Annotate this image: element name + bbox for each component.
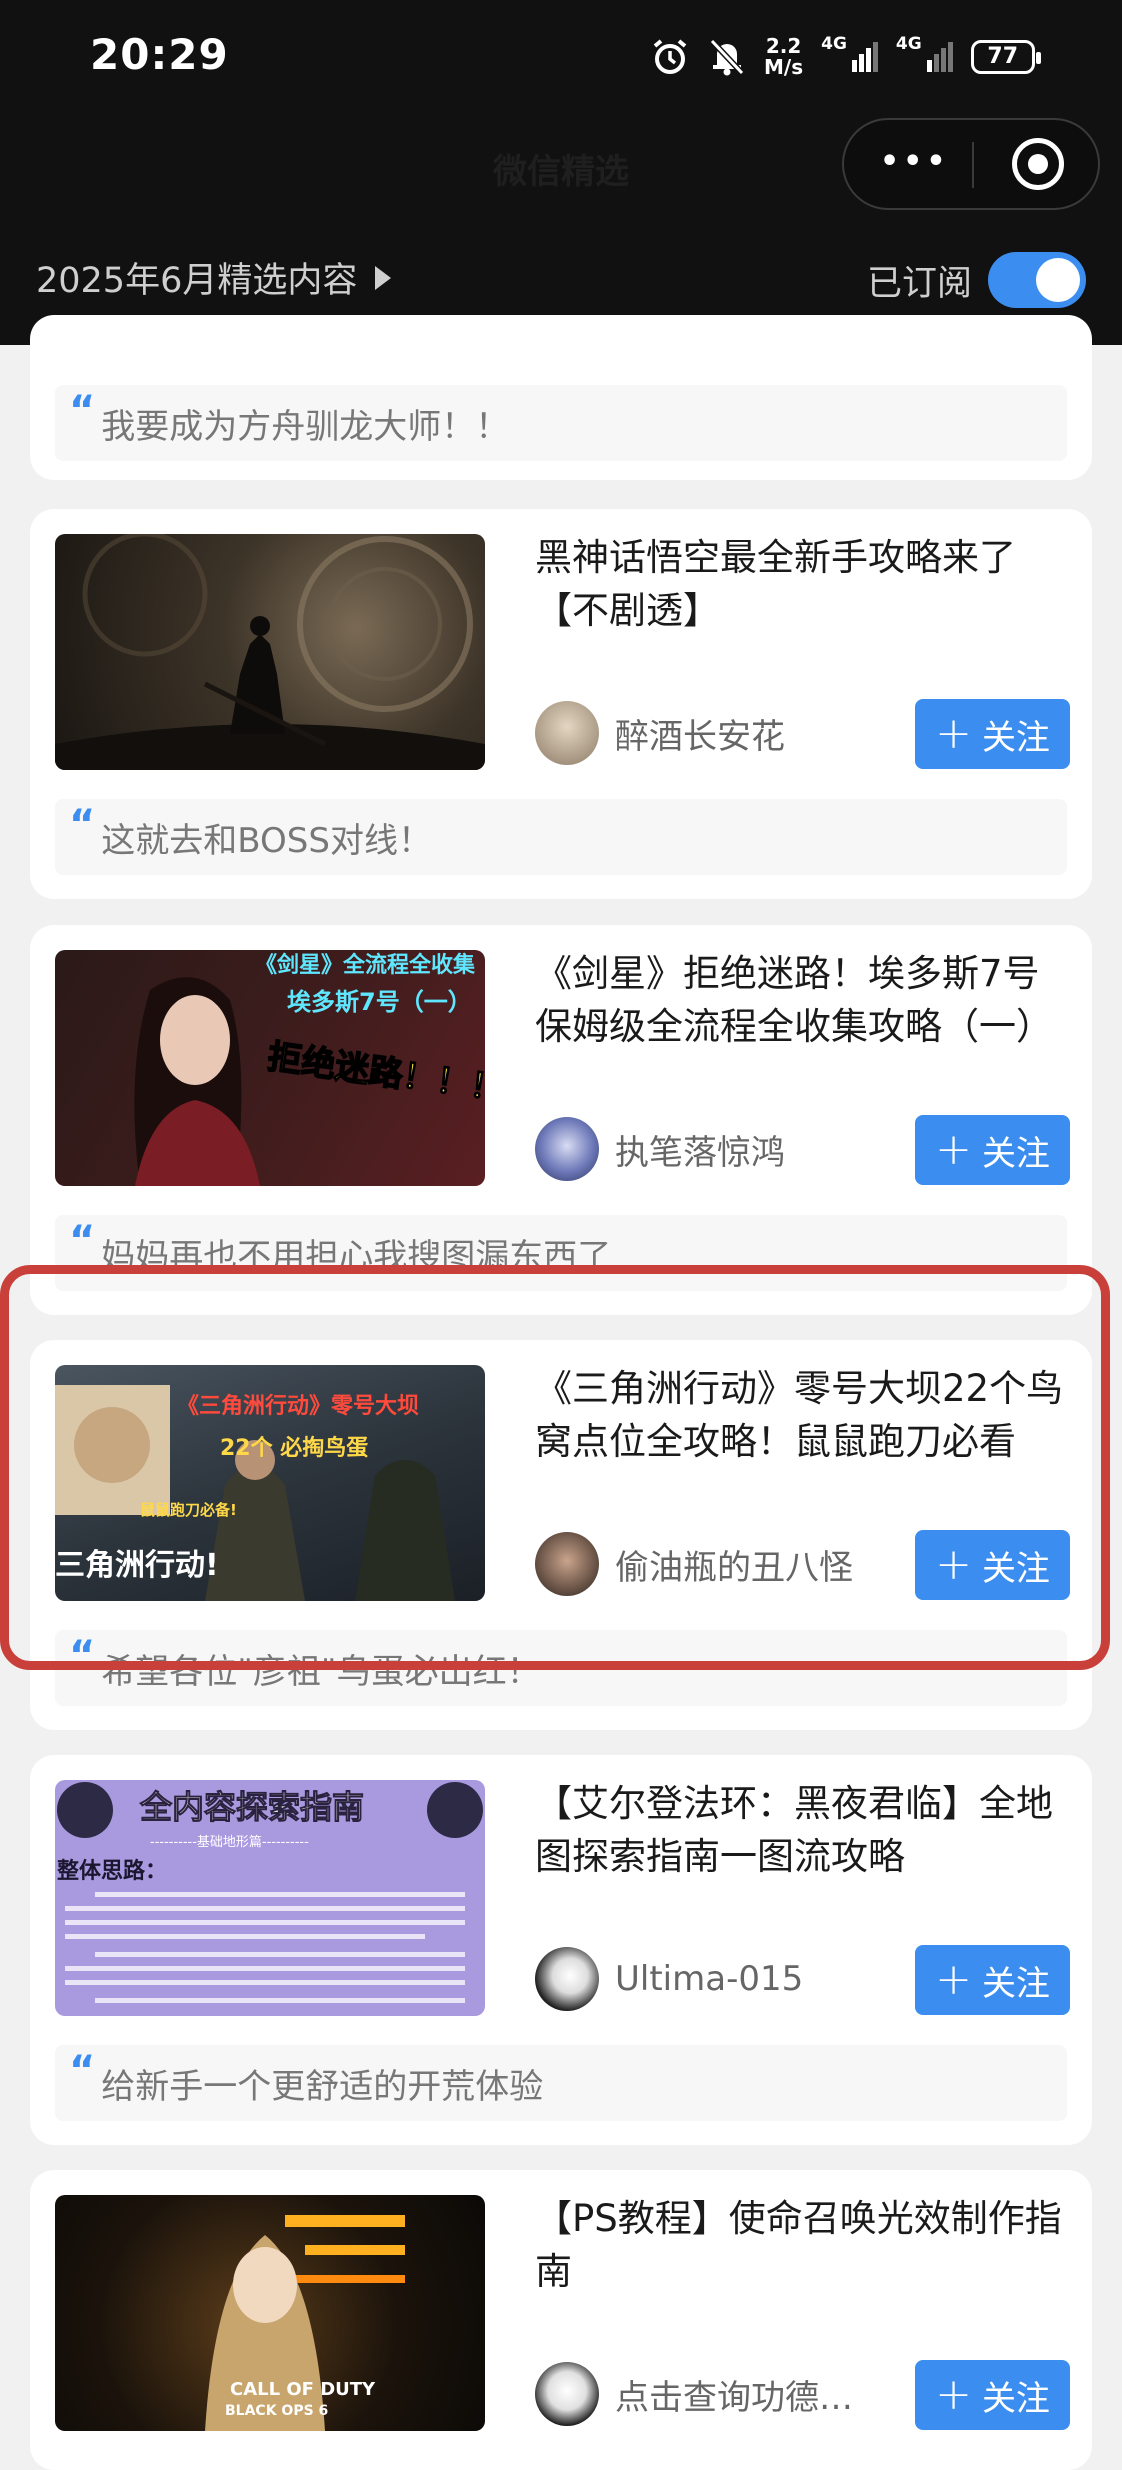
plus-icon: + xyxy=(935,1954,972,2005)
month-label: 2025年6月精选内容 xyxy=(36,261,358,301)
network-speed: 2.2 M/s xyxy=(764,34,804,79)
miniprogram-capsule: ••• xyxy=(842,118,1100,210)
signal-1-icon: 4G xyxy=(821,34,878,72)
thumb-text-3: 整体思路： xyxy=(57,1858,167,1884)
subscribe-toggle[interactable] xyxy=(988,252,1086,308)
plus-icon: + xyxy=(935,708,972,759)
plus-icon: + xyxy=(935,1124,972,1175)
article-card[interactable]: 《剑星》全流程全收集 埃多斯7号（一） 拒绝迷路！！！ 《剑星》拒绝迷路！埃多斯… xyxy=(30,925,1092,1315)
author-avatar xyxy=(535,2362,599,2426)
card-partial[interactable]: “ 我要成为方舟驯龙大师！！ xyxy=(30,315,1092,480)
plus-icon: + xyxy=(935,2369,972,2420)
article-title[interactable]: 黑神话悟空最全新手攻略来了【不剧透】 xyxy=(535,531,1065,637)
quote-mark-icon: “ xyxy=(69,2048,96,2094)
follow-button[interactable]: + 关注 xyxy=(915,1115,1070,1185)
toggle-knob xyxy=(1036,258,1080,302)
card-quote: “ 给新手一个更舒适的开荒体验 xyxy=(55,2045,1067,2121)
signal-2-icon: 4G xyxy=(896,34,953,72)
quote-mark-icon: “ xyxy=(69,1218,96,1264)
battery-icon: 77 xyxy=(970,40,1041,74)
author-name: 醉酒长安花 xyxy=(615,716,785,757)
subscribed-label: 已订阅 xyxy=(866,263,972,304)
status-icons: 2.2 M/s 4G 4G 77 xyxy=(650,30,1041,84)
article-thumbnail: 全内容探索指南 ----------基础地形篇---------- 整体思路： xyxy=(55,1780,485,2016)
thumb-text-3: 拒绝迷路！！！ xyxy=(265,1037,485,1110)
thumb-text-2: BLACK OPS 6 xyxy=(225,2403,328,2419)
selection-highlight xyxy=(0,1265,1110,1670)
content-panel: “ 我要成为方舟驯龙大师！！ 黑神话悟空最全新手攻略来了【不剧透】 醉酒长安花 … xyxy=(0,315,1122,2470)
quote-mark-icon: “ xyxy=(69,802,96,848)
card-quote: “ 这就去和BOSS对线！ xyxy=(55,799,1067,875)
article-title[interactable]: 【PS教程】使命召唤光效制作指南 xyxy=(535,2192,1065,2298)
status-time: 20:29 xyxy=(90,30,229,79)
month-selector[interactable]: 2025年6月精选内容 xyxy=(36,252,392,303)
thumb-text-2: 埃多斯7号（一） xyxy=(287,988,472,1016)
subscribe-control: 已订阅 xyxy=(867,252,1086,308)
author-info[interactable]: Ultima-015 xyxy=(535,1947,803,2011)
author-info[interactable]: 执笔落惊鸿 xyxy=(535,1117,785,1181)
thumb-text-1: 《剑星》全流程全收集 xyxy=(255,952,476,978)
thumb-text-2: ----------基础地形篇---------- xyxy=(150,1835,309,1850)
bell-muted-icon xyxy=(709,38,745,76)
article-thumbnail: CALL OF DUTY BLACK OPS 6 xyxy=(55,2195,485,2431)
article-title[interactable]: 【艾尔登法环：黑夜君临】全地图探索指南一图流攻略 xyxy=(535,1777,1065,1883)
follow-button[interactable]: + 关注 xyxy=(915,699,1070,769)
thumb-text-1: 全内容探索指南 xyxy=(139,1788,364,1826)
follow-button[interactable]: + 关注 xyxy=(915,1945,1070,2015)
card-quote: “ 我要成为方舟驯龙大师！！ xyxy=(55,385,1067,461)
author-name: 执笔落惊鸿 xyxy=(615,1132,785,1173)
article-card[interactable]: 全内容探索指南 ----------基础地形篇---------- 整体思路： … xyxy=(30,1755,1092,2145)
capsule-divider xyxy=(972,142,974,188)
article-card[interactable]: 黑神话悟空最全新手攻略来了【不剧透】 醉酒长安花 + 关注 “ 这就去和BOSS对… xyxy=(30,509,1092,899)
article-thumbnail: 《剑星》全流程全收集 埃多斯7号（一） 拒绝迷路！！！ xyxy=(55,950,485,1186)
author-info[interactable]: 醉酒长安花 xyxy=(535,701,785,765)
author-name: 点击查询功德… xyxy=(615,2377,853,2418)
alarm-icon xyxy=(653,39,687,74)
thumb-text-1: CALL OF DUTY xyxy=(230,2379,376,2400)
article-title[interactable]: 《剑星》拒绝迷路！埃多斯7号保姆级全流程全收集攻略（一） xyxy=(535,947,1065,1053)
author-info[interactable]: 点击查询功德… xyxy=(535,2362,853,2426)
play-triangle-icon xyxy=(375,265,392,290)
top-header: 20:29 2.2 M/s 4G 4G 77 微信精选 ••• 2025年6月精… xyxy=(0,0,1122,345)
close-target-icon[interactable] xyxy=(1012,138,1064,190)
author-name: Ultima-015 xyxy=(615,1959,804,1999)
follow-button[interactable]: + 关注 xyxy=(915,2360,1070,2430)
author-avatar xyxy=(535,1947,599,2011)
quote-mark-icon: “ xyxy=(69,388,96,434)
article-card[interactable]: CALL OF DUTY BLACK OPS 6 【PS教程】使命召唤光效制作指… xyxy=(30,2170,1092,2470)
author-avatar xyxy=(535,701,599,765)
article-thumbnail xyxy=(55,534,485,770)
author-avatar xyxy=(535,1117,599,1181)
more-icon[interactable]: ••• xyxy=(880,144,950,179)
